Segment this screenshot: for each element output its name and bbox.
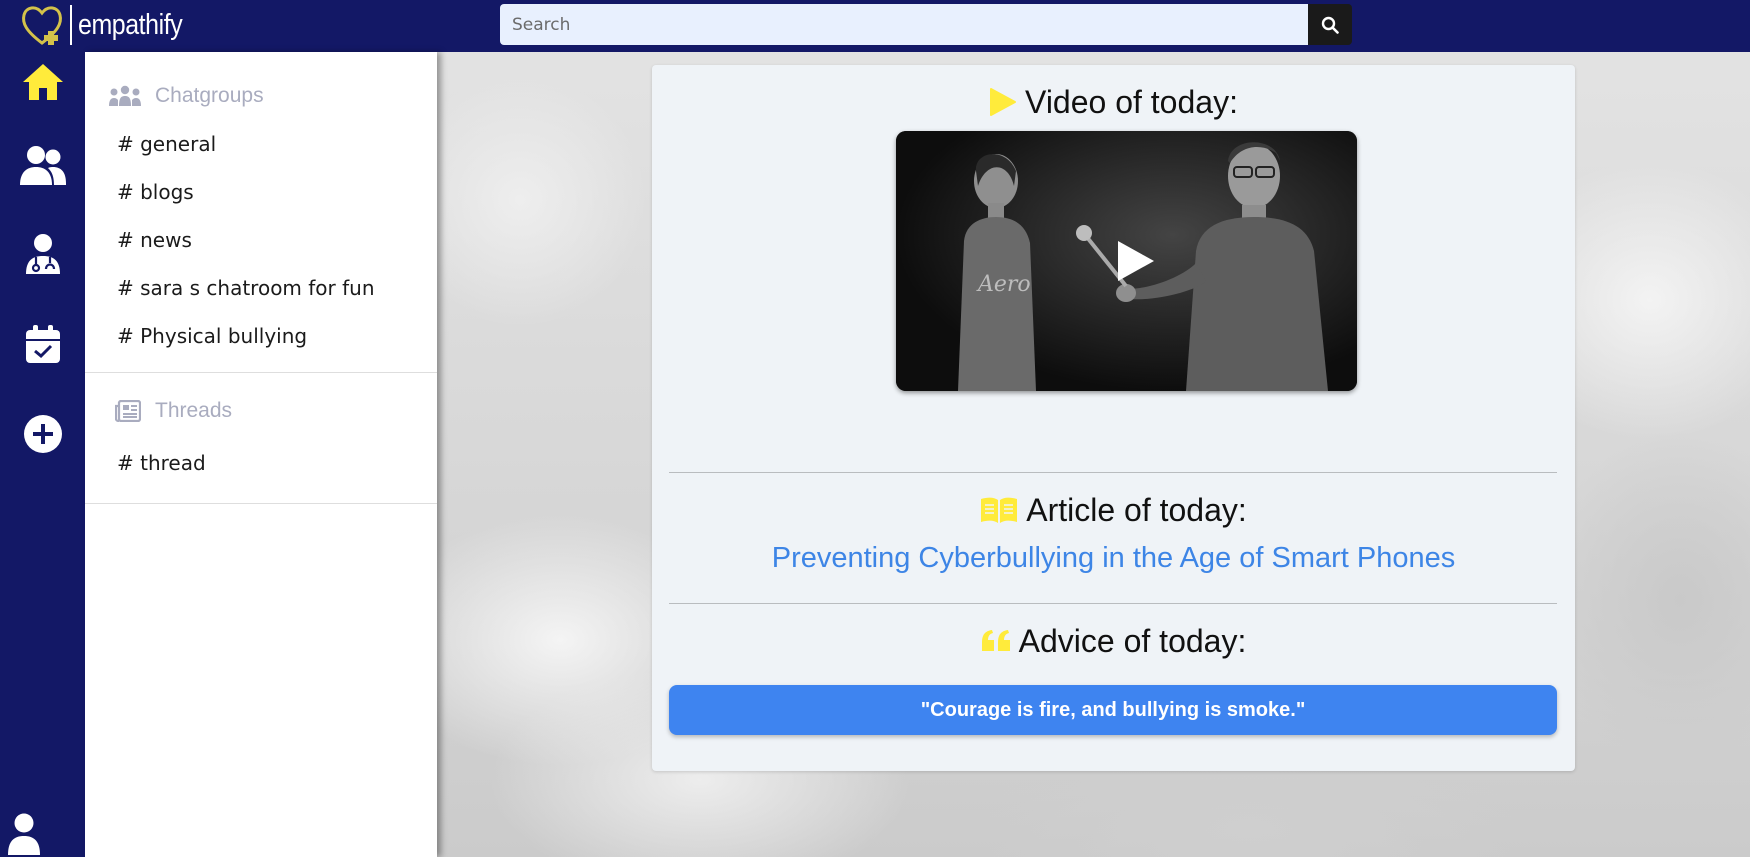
quote-icon — [981, 630, 1010, 651]
video-thumbnail: Aero — [896, 131, 1357, 391]
icon-rail — [0, 52, 85, 857]
section-divider — [669, 472, 1557, 473]
rail-doctors[interactable] — [0, 224, 85, 284]
user-icon — [8, 813, 40, 855]
daily-content-card: Video of today: Aero Article of today: P… — [652, 65, 1575, 771]
search-bar — [500, 4, 1352, 45]
rail-community[interactable] — [0, 136, 85, 196]
rail-profile[interactable] — [0, 804, 48, 857]
article-heading: Article of today: — [652, 490, 1575, 530]
advice-heading-text: Advice of today: — [1018, 622, 1247, 659]
book-open-icon — [981, 497, 1018, 523]
article-heading-text: Article of today: — [1026, 491, 1247, 528]
threads-label: Threads — [155, 399, 233, 422]
channel-general[interactable]: # general — [85, 120, 437, 168]
search-button[interactable] — [1308, 4, 1352, 45]
video-player[interactable]: Aero — [896, 131, 1357, 391]
rail-home[interactable] — [0, 52, 85, 112]
svg-text:Aero: Aero — [976, 272, 1031, 297]
newspaper-icon — [115, 400, 141, 422]
heart-logo-icon — [22, 6, 62, 45]
brand-name: empathify — [78, 8, 183, 41]
channel-physical-bullying[interactable]: # Physical bullying — [85, 312, 437, 360]
channel-blogs[interactable]: # blogs — [85, 168, 437, 216]
calendar-check-icon — [25, 325, 60, 363]
top-header: empathify — [0, 0, 1750, 52]
video-heading-text: Video of today: — [1025, 83, 1238, 120]
plus-circle-icon — [23, 415, 62, 453]
channel-news[interactable]: # news — [85, 216, 437, 264]
advice-quote: "Courage is fire, and bullying is smoke.… — [669, 685, 1557, 735]
search-icon — [1321, 16, 1339, 34]
logo-divider — [70, 5, 72, 45]
chatgroups-header: Chatgroups — [85, 72, 437, 120]
app-logo[interactable]: empathify — [20, 2, 199, 48]
channel-sidebar: Chatgroups # general # blogs # news # sa… — [85, 52, 437, 857]
sidebar-divider — [85, 372, 437, 373]
sidebar-divider — [85, 503, 437, 504]
users-icon — [19, 146, 66, 185]
chatgroups-label: Chatgroups — [155, 84, 264, 107]
search-input[interactable] — [500, 4, 1308, 45]
doctor-icon — [25, 234, 60, 274]
section-divider — [669, 603, 1557, 604]
advice-heading: Advice of today: — [652, 621, 1575, 661]
channel-sara-chatroom[interactable]: # sara s chatroom for fun — [85, 264, 437, 312]
rail-add[interactable] — [0, 404, 85, 464]
threads-header: Threads — [85, 387, 437, 435]
play-icon — [990, 88, 1017, 116]
home-icon — [22, 64, 63, 100]
video-heading: Video of today: — [652, 82, 1575, 122]
thread-item[interactable]: # thread — [85, 439, 437, 487]
group-icon — [109, 85, 141, 106]
rail-calendar[interactable] — [0, 314, 85, 374]
article-link[interactable]: Preventing Cyberbullying in the Age of S… — [652, 542, 1575, 575]
